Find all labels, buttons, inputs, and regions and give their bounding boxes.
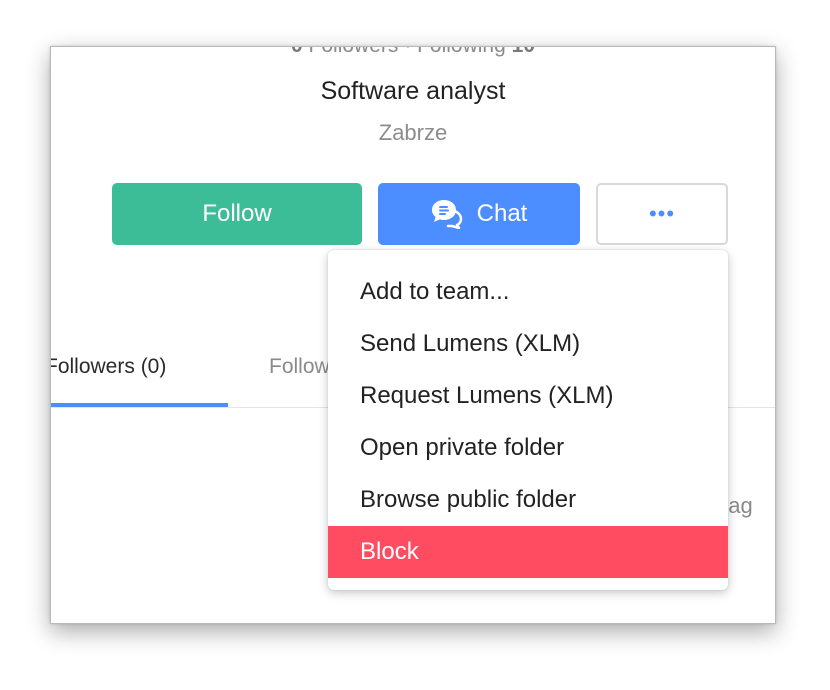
follow-stats: 0 Followers · Following 10 <box>51 47 775 58</box>
menu-item-browse-public-folder[interactable]: Browse public folder <box>328 474 728 526</box>
follow-button-label: Follow <box>202 200 272 227</box>
followers-count: 0 <box>291 47 303 57</box>
job-title: Software analyst <box>320 77 506 105</box>
following-count: 10 <box>512 47 535 57</box>
chat-button-label: Chat <box>476 200 528 227</box>
ellipsis-icon: ••• <box>648 201 676 226</box>
more-options-dropdown: Add to team... Send Lumens (XLM) Request… <box>328 250 728 590</box>
chat-bubbles-icon <box>431 199 463 230</box>
menu-item-send-lumens[interactable]: Send Lumens (XLM) <box>328 318 728 370</box>
profile-window: 0 Followers · Following 10 Software anal… <box>50 46 776 624</box>
follow-button[interactable]: Follow <box>112 183 362 245</box>
followers-text: Followers <box>309 47 399 57</box>
more-options-button[interactable]: ••• <box>596 183 728 245</box>
menu-item-block[interactable]: Block <box>328 526 728 578</box>
following-text: Following <box>417 47 506 57</box>
stats-separator: · <box>404 47 411 57</box>
tab-followers[interactable]: Followers (0) <box>51 355 166 379</box>
menu-item-add-to-team[interactable]: Add to team... <box>328 266 728 318</box>
menu-item-request-lumens[interactable]: Request Lumens (XLM) <box>328 370 728 422</box>
chat-button[interactable]: Chat <box>378 183 580 245</box>
location: Zabrze <box>378 120 448 145</box>
menu-item-open-private-folder[interactable]: Open private folder <box>328 422 728 474</box>
